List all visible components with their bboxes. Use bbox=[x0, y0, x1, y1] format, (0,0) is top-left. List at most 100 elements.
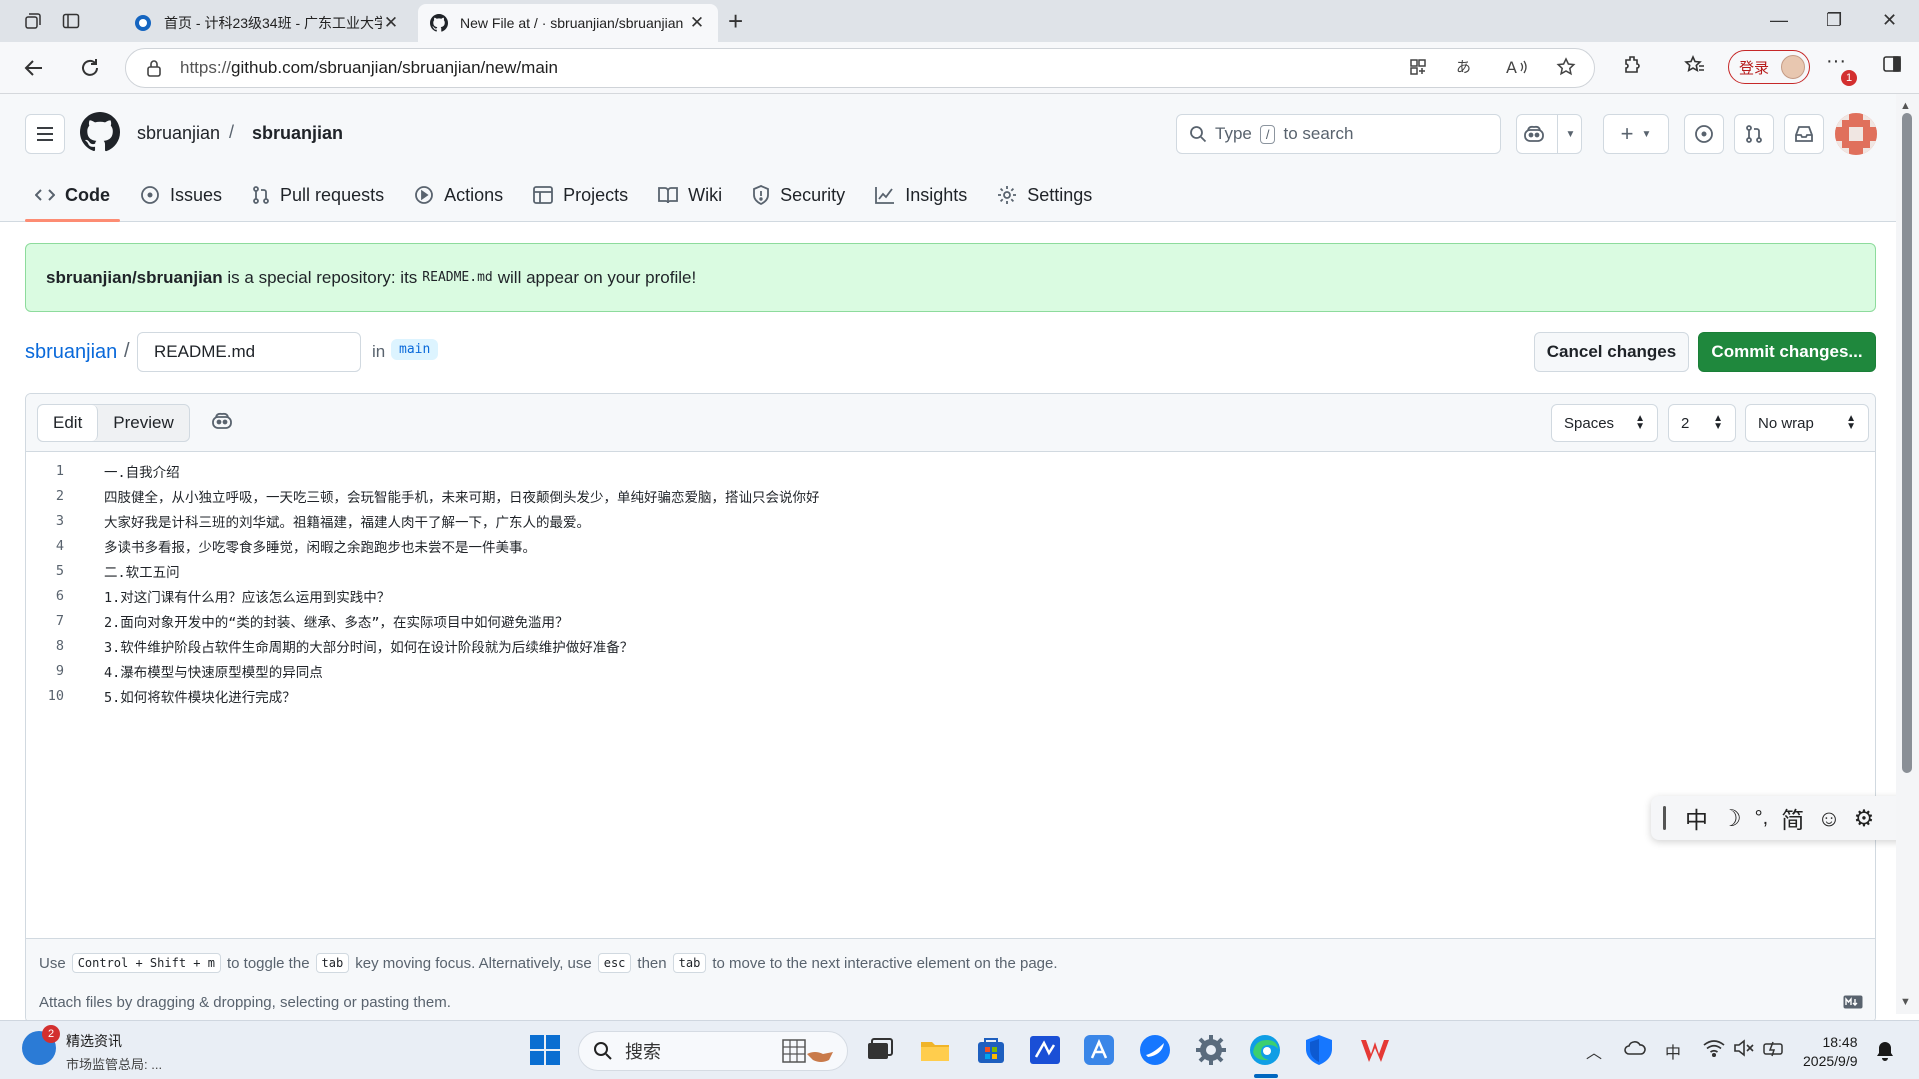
tab-wiki[interactable]: Wiki bbox=[643, 168, 737, 222]
favorites-icon[interactable] bbox=[1684, 54, 1706, 76]
edit-tab[interactable]: Edit bbox=[38, 405, 99, 441]
menu-icon[interactable] bbox=[25, 114, 65, 154]
half-width-moon-icon[interactable]: ☽ bbox=[1721, 805, 1742, 832]
wrap-mode-select[interactable]: No wrap ▲ ▼ bbox=[1745, 404, 1869, 442]
lock-icon[interactable] bbox=[146, 59, 162, 77]
more-options-icon[interactable]: ··· bbox=[1826, 50, 1846, 73]
battery-charging-icon[interactable] bbox=[1763, 1039, 1785, 1057]
issues-button[interactable] bbox=[1684, 114, 1724, 154]
pull-requests-button[interactable] bbox=[1734, 114, 1774, 154]
tab-pull-requests[interactable]: Pull requests bbox=[237, 168, 399, 222]
ime-settings-icon[interactable]: ⚙ bbox=[1854, 805, 1875, 832]
code-line: 1 一.自我介绍 bbox=[55, 462, 180, 481]
close-tab-icon[interactable]: ✕ bbox=[688, 13, 706, 33]
code-area[interactable]: 1 一.自我介绍 2 四肢健全，从小独立呼吸，一天吃三顿，会玩智能手机，未来可期，日… bbox=[26, 458, 1875, 708]
extensions-icon[interactable] bbox=[1622, 54, 1644, 76]
taskbar-search[interactable]: 搜索 bbox=[578, 1031, 848, 1071]
favorite-star-icon[interactable] bbox=[1556, 57, 1576, 77]
url-field[interactable]: https://github.com/sbruanjian/sbruanjian… bbox=[125, 48, 1595, 88]
copilot-icon[interactable] bbox=[211, 412, 233, 430]
search-input[interactable]: Type / to search bbox=[1176, 114, 1501, 154]
minimize-icon[interactable]: — bbox=[1770, 10, 1788, 31]
search-shortcut-key: / bbox=[1259, 124, 1276, 144]
app-available-icon[interactable] bbox=[1408, 57, 1428, 77]
notification-bell-icon[interactable] bbox=[1876, 1041, 1894, 1061]
ime-script-toggle[interactable]: 简 bbox=[1781, 801, 1804, 835]
active-app-indicator bbox=[1254, 1074, 1278, 1078]
file-explorer-icon[interactable] bbox=[918, 1033, 952, 1067]
attach-files-hint[interactable]: Attach files by dragging & dropping, sel… bbox=[39, 994, 451, 1011]
tab-projects[interactable]: Projects bbox=[518, 168, 643, 222]
tab-settings[interactable]: Settings bbox=[982, 168, 1107, 222]
tab-actions[interactable]: Actions bbox=[399, 168, 518, 222]
task-view-icon[interactable] bbox=[862, 1033, 896, 1067]
workspaces-icon[interactable] bbox=[18, 8, 48, 34]
indent-size-select[interactable]: 2 ▲ ▼ bbox=[1668, 404, 1736, 442]
refresh-icon[interactable] bbox=[76, 54, 104, 82]
read-aloud-icon[interactable]: A bbox=[1506, 57, 1528, 77]
preview-tab[interactable]: Preview bbox=[98, 405, 188, 441]
new-tab-icon[interactable]: + bbox=[728, 8, 743, 34]
inbox-icon bbox=[1795, 126, 1813, 142]
settings-gear-icon[interactable] bbox=[1194, 1033, 1228, 1067]
tab-issues[interactable]: Issues bbox=[125, 168, 237, 222]
vertical-tabs-icon[interactable] bbox=[56, 8, 86, 34]
user-avatar[interactable] bbox=[1835, 113, 1877, 155]
code-line: 3 大家好我是计科三班的刘华斌。祖籍福建，福建人肉干了解一下，广东人的最爱。 bbox=[55, 512, 590, 531]
tab-code[interactable]: Code bbox=[20, 168, 125, 222]
breadcrumb-owner[interactable]: sbruanjian bbox=[137, 123, 220, 144]
sidebar-toggle-icon[interactable] bbox=[1882, 54, 1902, 74]
ime-punctuation-toggle[interactable]: °, bbox=[1755, 807, 1769, 830]
show-hidden-icons-icon[interactable]: ︿ bbox=[1586, 1039, 1602, 1063]
repo-link[interactable]: sbruanjian bbox=[25, 341, 117, 364]
indent-mode-select[interactable]: Spaces ▲ ▼ bbox=[1551, 404, 1658, 442]
translate-icon[interactable]: あ bbox=[1456, 57, 1478, 77]
input-method-indicator[interactable]: 中 bbox=[1665, 1039, 1681, 1063]
svg-text:A: A bbox=[1506, 58, 1517, 77]
code-line: 8 3.软件维护阶段占软件生命周期的大部分时间，如何在设计阶段就为后续维护做好准备… bbox=[55, 637, 634, 656]
volume-muted-icon[interactable] bbox=[1733, 1039, 1755, 1057]
app-launcher-icon[interactable] bbox=[1082, 1033, 1116, 1067]
breadcrumb-repo[interactable]: sbruanjian bbox=[252, 123, 343, 144]
cancel-changes-button[interactable]: Cancel changes bbox=[1534, 332, 1689, 372]
wifi-icon[interactable] bbox=[1703, 1039, 1725, 1057]
emoji-icon[interactable]: ☺ bbox=[1817, 805, 1840, 832]
inbox-button[interactable] bbox=[1784, 114, 1824, 154]
gear-icon bbox=[998, 186, 1017, 204]
close-tab-icon[interactable]: ✕ bbox=[382, 13, 400, 33]
tab-label: Actions bbox=[444, 184, 504, 205]
repo-nav: Code Issues Pull requests Actions Projec… bbox=[20, 168, 1107, 222]
commit-changes-button[interactable]: Commit changes... bbox=[1698, 332, 1876, 372]
chevron-down-icon[interactable]: ▼ bbox=[1556, 114, 1575, 154]
filename-input[interactable]: README.md bbox=[137, 332, 361, 372]
browser-tab-inactive[interactable]: 首页 - 计科23级34班 - 广东工业大学 ✕ bbox=[122, 4, 412, 42]
security-shield-icon[interactable] bbox=[1302, 1033, 1336, 1067]
code-icon bbox=[35, 189, 55, 201]
visual-studio-code-icon[interactable] bbox=[1028, 1033, 1062, 1067]
restore-icon[interactable]: ❐ bbox=[1826, 10, 1842, 31]
login-button[interactable]: 登录 bbox=[1728, 50, 1810, 84]
system-clock[interactable]: 18:48 2025/9/9 bbox=[1803, 1033, 1858, 1071]
back-icon[interactable] bbox=[20, 54, 48, 82]
github-logo-icon[interactable] bbox=[80, 112, 120, 152]
tab-insights[interactable]: Insights bbox=[860, 168, 982, 222]
ime-drag-handle[interactable] bbox=[1663, 806, 1666, 830]
news-widget[interactable]: 2 精选资讯 市场监管总局: ... bbox=[22, 1025, 163, 1073]
tab-security[interactable]: Security bbox=[737, 168, 860, 222]
scroll-up-icon[interactable]: ▲ bbox=[1900, 100, 1911, 112]
onedrive-cloud-icon[interactable] bbox=[1624, 1039, 1646, 1057]
ime-mode-toggle[interactable]: 中 bbox=[1685, 801, 1708, 835]
edge-browser-icon[interactable] bbox=[1248, 1033, 1282, 1067]
feishu-icon[interactable] bbox=[1138, 1033, 1172, 1067]
scroll-down-icon[interactable]: ▼ bbox=[1900, 996, 1911, 1008]
create-new-button[interactable]: + ▼ bbox=[1603, 114, 1669, 154]
windows-start-icon[interactable] bbox=[528, 1033, 562, 1067]
scrollbar-thumb[interactable] bbox=[1902, 113, 1912, 773]
copilot-button[interactable]: ▼ bbox=[1516, 114, 1582, 154]
wps-office-icon[interactable] bbox=[1358, 1033, 1392, 1067]
code-line: 9 4.瀑布模型与快速原型模型的异同点 bbox=[55, 662, 323, 681]
news-subtitle: 市场监管总局: ... bbox=[66, 1057, 163, 1072]
browser-tab-active[interactable]: New File at / · sbruanjian/sbruanjian ✕ bbox=[418, 4, 718, 42]
close-window-icon[interactable]: ✕ bbox=[1882, 10, 1897, 31]
microsoft-store-icon[interactable] bbox=[974, 1033, 1008, 1067]
